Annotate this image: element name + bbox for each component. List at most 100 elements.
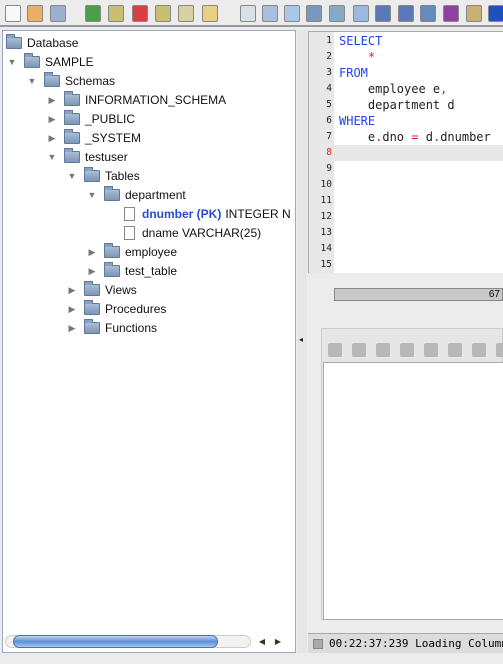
expanded-triangle-icon[interactable]: ▼ [26, 75, 38, 87]
tree-item[interactable]: ▶ _PUBLIC [46, 110, 135, 128]
code-line: e.dno = d.dnumber [339, 130, 491, 144]
copy-icon[interactable] [472, 343, 486, 357]
folder-icon [44, 72, 60, 87]
status-indicator-icon [313, 639, 323, 649]
tree-item[interactable]: ▶ INFORMATION_SCHEMA [46, 91, 226, 109]
expanded-triangle-icon[interactable]: ▼ [6, 56, 18, 68]
folder-icon [64, 148, 80, 163]
bookmark-icon[interactable] [306, 5, 322, 22]
line-number-gutter: 1 2 3 4 5 6 7 8 9 10 11 12 13 14 15 [309, 32, 334, 274]
stop-icon[interactable] [132, 5, 148, 22]
tree-item-label: testuser [85, 150, 128, 164]
tree-item[interactable]: ▼ Schemas [26, 72, 115, 90]
code-line: * [367, 50, 376, 64]
collapsed-triangle-icon[interactable]: ▶ [86, 246, 98, 258]
tree-item[interactable]: ▼ department [86, 186, 186, 204]
export-icon[interactable] [284, 5, 300, 22]
progress-label: 67 [488, 289, 500, 300]
collapsed-triangle-icon[interactable]: ▶ [46, 113, 58, 125]
results-panel [321, 328, 503, 620]
tree-item[interactable]: ▼ SAMPLE [6, 53, 94, 71]
tree-item-label: _SYSTEM [85, 131, 142, 145]
tree-item[interactable]: dname VARCHAR(25) [106, 224, 261, 242]
line-number: 12 [320, 211, 332, 222]
import-icon[interactable] [262, 5, 278, 22]
disconnect-icon[interactable] [108, 5, 124, 22]
database-icon[interactable] [178, 5, 194, 22]
tree-item-label: test_table [125, 264, 178, 278]
move-rows-icon[interactable] [448, 343, 462, 357]
rows-icon[interactable] [353, 5, 369, 22]
folder-icon [104, 186, 120, 201]
properties-icon[interactable] [240, 5, 256, 22]
script-icon[interactable] [202, 5, 218, 22]
scrollbar-thumb[interactable] [13, 635, 218, 648]
line-number: 1 [326, 35, 332, 46]
folder-icon [84, 300, 100, 315]
color-lines-icon[interactable] [443, 5, 459, 22]
line-number: 15 [320, 259, 332, 270]
column-document-icon [124, 226, 135, 240]
split-pane-divider[interactable]: ◂ [297, 30, 307, 653]
tree-item[interactable]: ▶ _SYSTEM [46, 129, 141, 147]
new-database-icon[interactable] [155, 5, 171, 22]
tree-item-label: INTEGER N [225, 207, 291, 221]
tree-item[interactable]: Database [6, 34, 78, 52]
horizontal-scrollbar[interactable]: ◀ ▶ [5, 635, 291, 648]
line-number: 11 [320, 195, 332, 206]
sql-editor[interactable]: 1 2 3 4 5 6 7 8 9 10 11 12 13 14 15 SELECT * FROM emplo… [308, 31, 503, 274]
grid-icon[interactable] [496, 343, 503, 357]
tree-item-label: Procedures [105, 302, 167, 316]
tree-item-label: department [125, 188, 186, 202]
find-icon[interactable] [352, 343, 366, 357]
insert-row-icon[interactable] [424, 343, 438, 357]
code-line: SELECT [339, 34, 383, 48]
help-book-icon[interactable] [329, 5, 345, 22]
folder-icon [64, 110, 80, 125]
scroll-right-icon[interactable]: ▶ [271, 635, 285, 648]
code-line: WHERE [339, 114, 376, 128]
tree-item[interactable]: ▶ Procedures [66, 300, 166, 318]
collapsed-triangle-icon[interactable]: ▶ [86, 265, 98, 277]
expanded-triangle-icon[interactable]: ▼ [86, 189, 98, 201]
tree-item-label: Database [27, 36, 79, 50]
status-bar: 00:22:37:239 Loading Columns [308, 633, 503, 653]
collapsed-triangle-icon[interactable]: ▶ [46, 132, 58, 144]
collapsed-triangle-icon[interactable]: ▶ [66, 303, 78, 315]
scroll-left-icon[interactable]: ◀ [255, 635, 269, 648]
collapsed-triangle-icon[interactable]: ▶ [66, 322, 78, 334]
line-number: 2 [326, 51, 332, 62]
collapse-arrow-icon[interactable]: ◂ [299, 335, 303, 344]
collapsed-triangle-icon[interactable]: ▶ [66, 284, 78, 296]
tree-item[interactable]: dnumber (PK) INTEGER N [106, 205, 291, 223]
edit-icon[interactable] [400, 343, 414, 357]
expanded-triangle-icon[interactable]: ▼ [46, 151, 58, 163]
code-line: FROM [339, 66, 368, 80]
connect-icon[interactable] [85, 5, 101, 22]
status-text: 00:22:37:239 Loading Columns [329, 637, 503, 650]
format-icon[interactable] [376, 343, 390, 357]
tree-item[interactable]: ▼ Tables [66, 167, 140, 185]
tree-item-label: Schemas [65, 74, 116, 88]
edit-lines-icon[interactable] [420, 5, 436, 22]
refresh-icon[interactable] [328, 343, 342, 357]
open-folder-icon[interactable] [27, 5, 43, 22]
folder-icon [64, 129, 80, 144]
tree-item[interactable]: ▶ Views [66, 281, 137, 299]
expanded-triangle-icon[interactable]: ▼ [66, 170, 78, 182]
tree-item[interactable]: ▶ test_table [86, 262, 177, 280]
new-file-icon[interactable] [5, 5, 21, 22]
tree-item[interactable]: ▼ testuser [46, 148, 128, 166]
tree-item-label: Functions [105, 321, 158, 335]
schema-icon[interactable] [466, 5, 482, 22]
favorite-star-icon[interactable] [488, 5, 503, 22]
line-number: 8 [326, 147, 332, 158]
add-lines-icon[interactable] [398, 5, 414, 22]
collapsed-triangle-icon[interactable]: ▶ [46, 94, 58, 106]
tree-item[interactable]: ▶ employee [86, 243, 177, 261]
tree-item[interactable]: ▶ Functions [66, 319, 157, 337]
save-icon[interactable] [50, 5, 66, 22]
format-sql-icon[interactable] [375, 5, 391, 22]
folder-icon [84, 319, 100, 334]
